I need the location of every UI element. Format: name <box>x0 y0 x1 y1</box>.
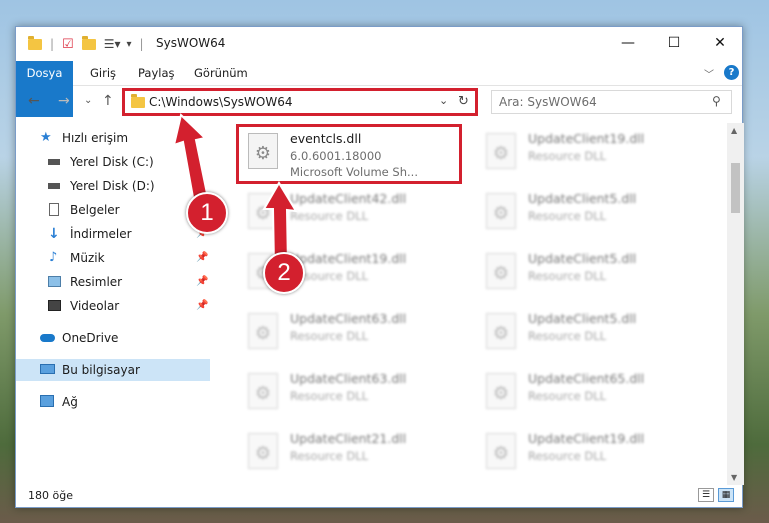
step-badge-2: 2 <box>263 252 305 294</box>
annotation-arrows <box>172 113 298 268</box>
step-badge-1: 1 <box>186 192 228 234</box>
